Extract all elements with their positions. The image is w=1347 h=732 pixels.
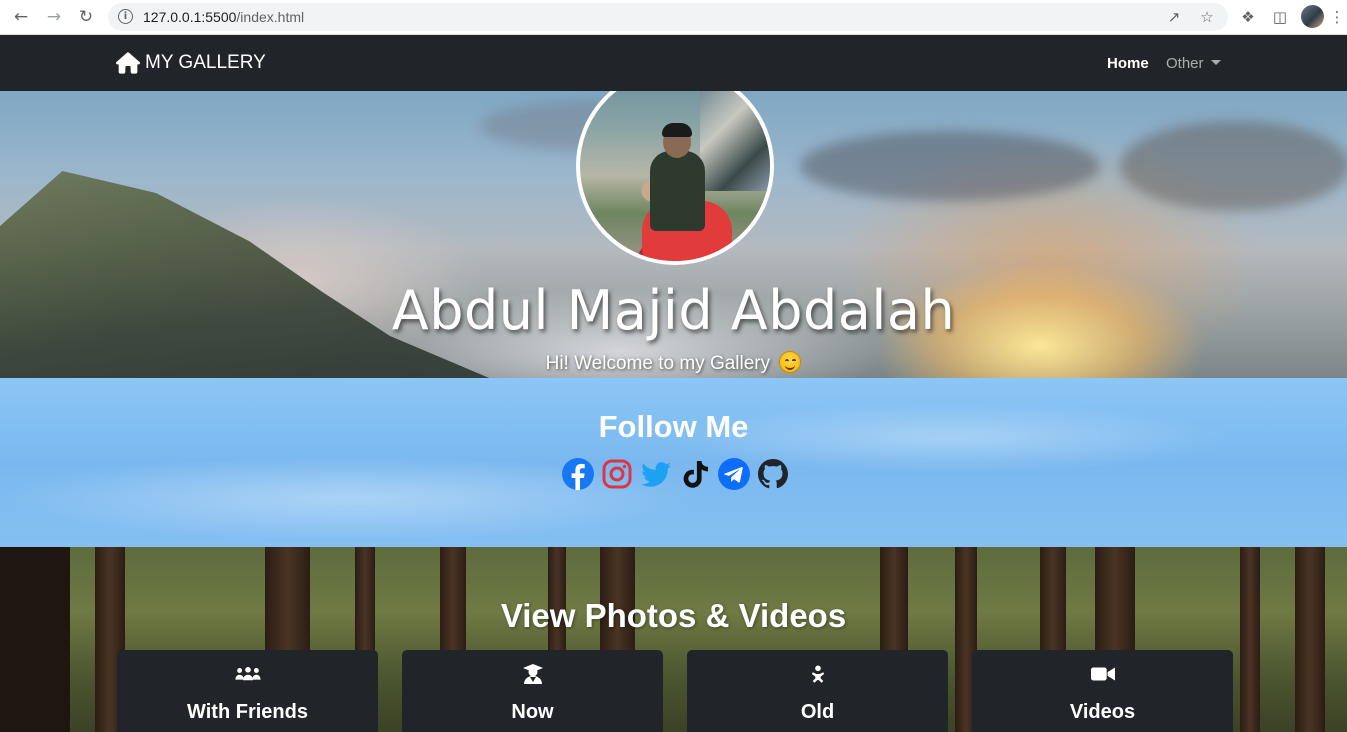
- site-info-icon[interactable]: i: [118, 9, 133, 24]
- gallery-title: View Photos & Videos: [500, 597, 847, 634]
- hero-background-mountain: [0, 171, 520, 378]
- navbar-brand[interactable]: MY GALLERY: [116, 52, 266, 74]
- follow-title: Follow Me: [598, 409, 749, 444]
- side-panel-icon[interactable]: ◫: [1269, 6, 1291, 28]
- hero-subtitle: Hi! Welcome to my Gallery: [0, 351, 1347, 375]
- site-navbar: MY GALLERY Home Other: [0, 35, 1347, 91]
- photo-wall: [700, 91, 770, 191]
- hero-name: Abdul Majid Abdalah: [391, 279, 956, 342]
- brand-text: MY GALLERY: [145, 52, 266, 73]
- caret-down-icon: [1210, 60, 1221, 65]
- user-graduate-icon: [402, 664, 663, 686]
- menu-kebab-icon[interactable]: ⋮: [1330, 6, 1345, 28]
- cloud-shape: [1120, 121, 1347, 211]
- nav-other-label: Other: [1166, 55, 1204, 72]
- nav-link-home[interactable]: Home: [1107, 55, 1149, 72]
- url-host: 127.0.0.1:5500: [143, 9, 237, 25]
- people-group-icon: [117, 664, 378, 686]
- card-old[interactable]: Old: [687, 650, 948, 732]
- telegram-icon[interactable]: [718, 458, 750, 490]
- twitter-icon[interactable]: [640, 458, 672, 490]
- photo-hair: [662, 123, 692, 137]
- cloud-shape: [800, 131, 1100, 201]
- card-videos[interactable]: Videos: [972, 650, 1233, 732]
- tree-trunk: [1240, 547, 1260, 732]
- hero-section: Abdul Majid Abdalah Hi! Welcome to my Ga…: [0, 91, 1347, 378]
- tiktok-icon[interactable]: [679, 458, 711, 490]
- card-label: Videos: [1069, 701, 1136, 723]
- github-icon[interactable]: [757, 458, 789, 490]
- profile-avatar[interactable]: [1301, 5, 1324, 28]
- tree-trunk: [0, 547, 70, 732]
- forward-arrow-icon[interactable]: →: [42, 6, 66, 28]
- reload-icon[interactable]: ↻: [74, 6, 98, 28]
- facebook-icon[interactable]: [562, 458, 594, 490]
- hero-subtitle-text: Hi! Welcome to my Gallery: [545, 353, 771, 374]
- video-camera-icon: [972, 664, 1233, 686]
- back-arrow-icon[interactable]: ←: [9, 6, 33, 28]
- share-icon[interactable]: ↗: [1164, 7, 1184, 27]
- follow-section: Follow Me: [0, 378, 1347, 547]
- card-with-friends[interactable]: With Friends: [117, 650, 378, 732]
- url-text[interactable]: 127.0.0.1:5500/index.html: [143, 9, 304, 25]
- gallery-section: View Photos & Videos With Friends Now Ol…: [0, 547, 1347, 732]
- instagram-icon[interactable]: [601, 458, 633, 490]
- profile-photo: [576, 91, 774, 265]
- url-path: /index.html: [236, 9, 305, 25]
- card-now[interactable]: Now: [402, 650, 663, 732]
- nav-dropdown-other[interactable]: Other: [1166, 55, 1221, 72]
- card-label: Old: [800, 701, 835, 723]
- card-label: Now: [511, 701, 554, 723]
- photo-person: [650, 151, 705, 231]
- baby-icon: [687, 664, 948, 686]
- address-bar[interactable]: i 127.0.0.1:5500/index.html ↗ ☆: [108, 3, 1228, 31]
- bookmark-star-icon[interactable]: ☆: [1197, 7, 1217, 27]
- home-icon: [116, 52, 140, 74]
- smile-emoji-icon: [779, 351, 802, 373]
- extensions-puzzle-icon[interactable]: ❖: [1237, 6, 1259, 28]
- tree-trunk: [1295, 547, 1325, 732]
- card-label: With Friends: [187, 701, 308, 723]
- social-links: [562, 458, 789, 490]
- browser-toolbar: ← → ↻ i 127.0.0.1:5500/index.html ↗ ☆ ❖ …: [0, 0, 1347, 35]
